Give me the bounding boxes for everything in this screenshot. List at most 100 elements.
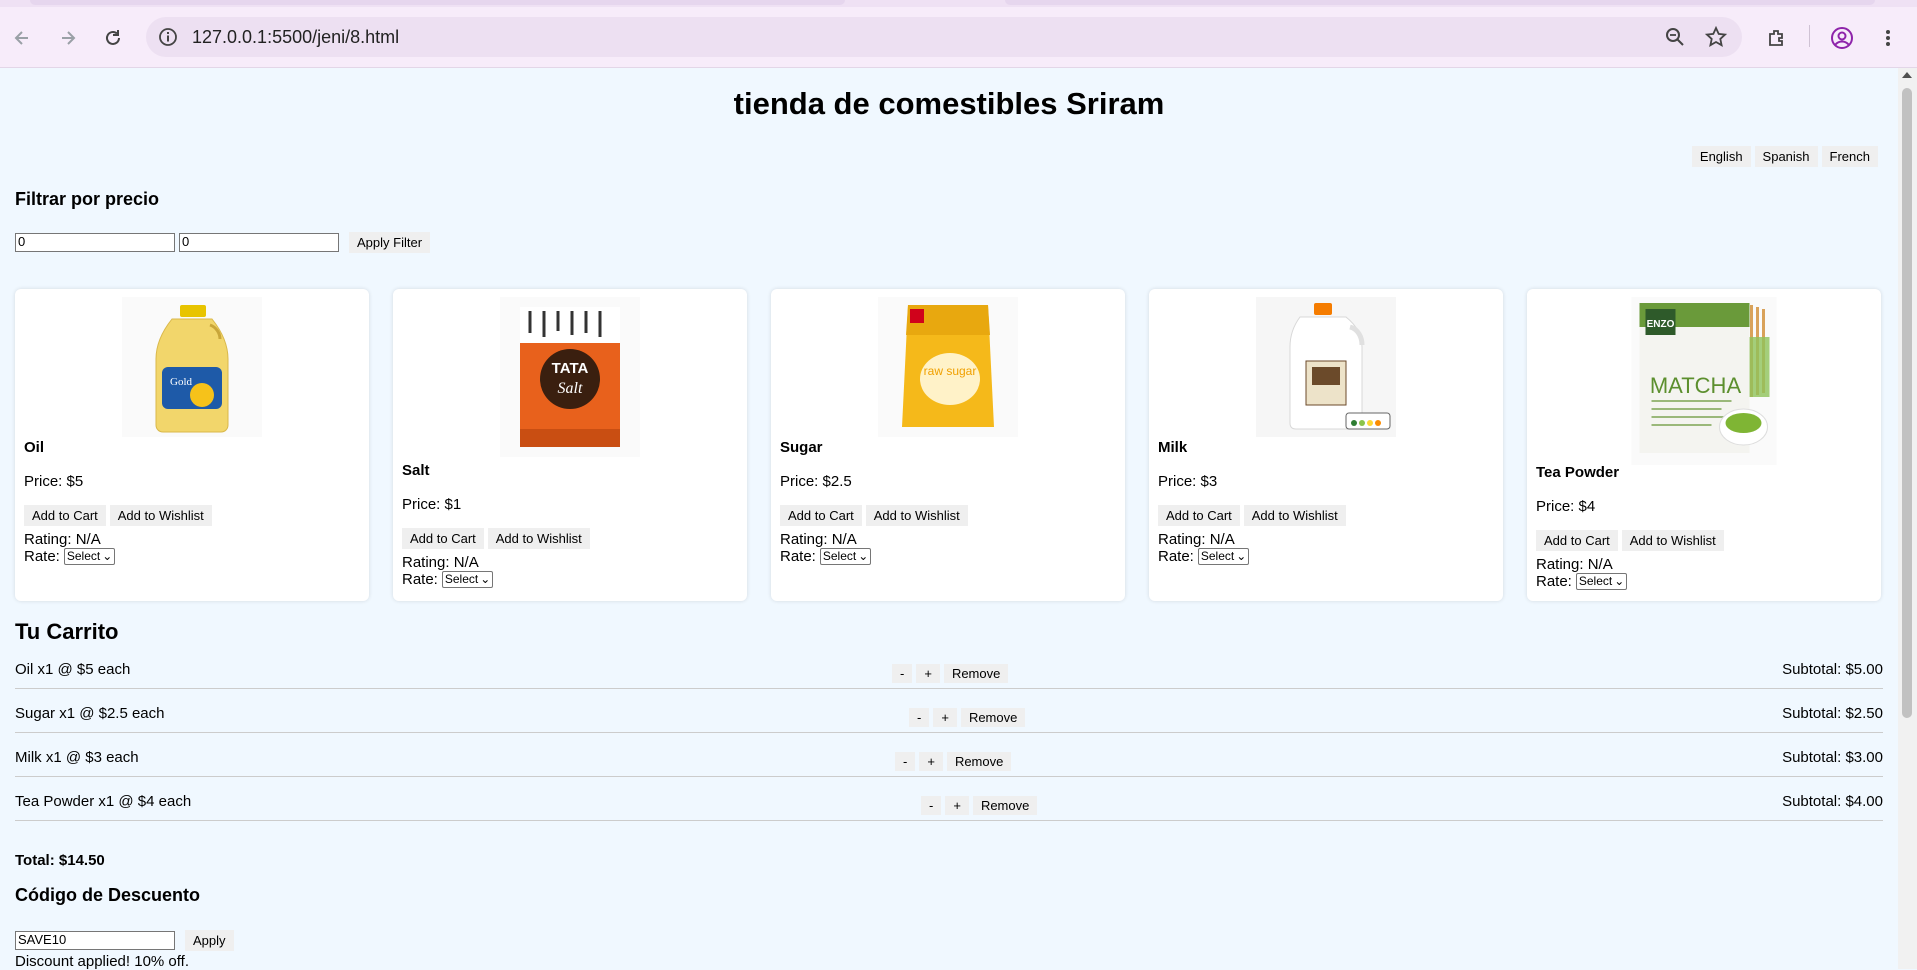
reload-icon[interactable] xyxy=(97,22,129,54)
lang-spanish-button[interactable]: Spanish xyxy=(1754,146,1818,167)
cart-item: Milk x1 @ $3 each - + Remove Subtotal: $… xyxy=(15,733,1883,777)
lang-french-button[interactable]: French xyxy=(1821,146,1878,167)
url-text[interactable]: 127.0.0.1:5500/jeni/8.html xyxy=(192,27,399,48)
increase-qty-button[interactable]: + xyxy=(916,664,940,683)
increase-qty-button[interactable]: + xyxy=(933,708,957,727)
toolbar-divider xyxy=(1809,25,1810,47)
cart-item-subtotal: Subtotal: $4.00 xyxy=(1782,793,1883,810)
product-name: Tea Powder xyxy=(1536,464,1620,481)
add-to-wishlist-button[interactable]: Add to Wishlist xyxy=(487,528,590,549)
lang-english-button[interactable]: English xyxy=(1691,146,1751,167)
min-price-input[interactable]: 0 xyxy=(15,233,175,252)
remove-item-button[interactable]: Remove xyxy=(946,752,1012,771)
product-rating: Rating: N/A xyxy=(1536,556,1613,573)
menu-icon[interactable] xyxy=(1872,22,1904,54)
cart-item: Tea Powder x1 @ $4 each - + Remove Subto… xyxy=(15,777,1883,821)
add-to-wishlist-button[interactable]: Add to Wishlist xyxy=(865,505,968,526)
product-name: Sugar xyxy=(780,439,823,456)
cart-item-subtotal: Subtotal: $2.50 xyxy=(1782,705,1883,722)
cart-item-desc: Sugar x1 @ $2.5 each xyxy=(15,705,165,722)
add-to-wishlist-button[interactable]: Add to Wishlist xyxy=(1243,505,1346,526)
decrease-qty-button[interactable]: - xyxy=(909,708,930,727)
max-price-input[interactable]: 0 xyxy=(179,233,339,252)
decrease-qty-button[interactable]: - xyxy=(921,796,942,815)
cart-item-controls: - + Remove xyxy=(909,708,1026,727)
remove-item-button[interactable]: Remove xyxy=(960,708,1026,727)
discount-code-input[interactable]: SAVE10 xyxy=(15,931,175,950)
product-price: Price: $2.5 xyxy=(780,473,852,490)
tab-left[interactable] xyxy=(30,0,845,5)
product-rating: Rating: N/A xyxy=(402,554,479,571)
add-to-cart-button[interactable]: Add to Cart xyxy=(402,528,484,549)
decrease-qty-button[interactable]: - xyxy=(895,752,916,771)
zoom-icon[interactable] xyxy=(1663,25,1687,49)
sugar-text: raw sugar xyxy=(924,364,977,378)
oil-bottle-image: Gold xyxy=(122,297,262,437)
rate-select[interactable]: Select ⌄ xyxy=(1197,548,1250,565)
profile-icon[interactable] xyxy=(1826,22,1858,54)
cart-item-controls: - + Remove xyxy=(895,752,1012,771)
address-bar[interactable]: 127.0.0.1:5500/jeni/8.html xyxy=(146,17,1742,57)
product-name: Salt xyxy=(402,462,430,479)
chevron-down-icon: ⌄ xyxy=(102,549,113,563)
extensions-icon[interactable] xyxy=(1761,22,1793,54)
salt-word-text: Salt xyxy=(558,380,583,397)
rate-row: Rate: Select ⌄ xyxy=(24,548,212,565)
apply-discount-button[interactable]: Apply xyxy=(185,930,234,951)
price-filter: 0 0 Apply Filter xyxy=(15,232,431,253)
bookmark-star-icon[interactable] xyxy=(1704,25,1728,49)
remove-item-button[interactable]: Remove xyxy=(943,664,1009,683)
chevron-down-icon: ⌄ xyxy=(858,549,869,563)
milk-jug-image xyxy=(1256,297,1396,437)
browser-toolbar: 127.0.0.1:5500/jeni/8.html xyxy=(0,0,1917,68)
forward-icon[interactable] xyxy=(52,22,84,54)
cart-item-desc: Tea Powder x1 @ $4 each xyxy=(15,793,192,810)
rate-select-value: Select xyxy=(1578,574,1613,588)
matcha-pouch-image: ENZO MATCHA xyxy=(1631,297,1777,465)
rate-select[interactable]: Select ⌄ xyxy=(63,548,116,565)
rate-select-value: Select xyxy=(1200,549,1235,563)
scrollbar-thumb[interactable] xyxy=(1902,88,1912,718)
add-to-cart-button[interactable]: Add to Cart xyxy=(24,505,106,526)
product-card: Gold Oil Price: $5 Add to Cart Add to Wi… xyxy=(15,289,369,601)
rate-select[interactable]: Select ⌄ xyxy=(1575,573,1628,590)
apply-filter-button[interactable]: Apply Filter xyxy=(349,232,431,253)
increase-qty-button[interactable]: + xyxy=(919,752,943,771)
rate-label: Rate: xyxy=(24,548,60,565)
add-to-wishlist-button[interactable]: Add to Wishlist xyxy=(1621,530,1724,551)
site-info-icon[interactable] xyxy=(156,25,180,49)
page-scrollbar[interactable] xyxy=(1898,68,1917,969)
add-to-cart-button[interactable]: Add to Cart xyxy=(780,505,862,526)
svg-text:Gold: Gold xyxy=(170,376,193,388)
decrease-qty-button[interactable]: - xyxy=(892,664,913,683)
product-rating: Rating: N/A xyxy=(780,531,857,548)
rate-label: Rate: xyxy=(402,571,438,588)
tab-right[interactable] xyxy=(1005,0,1875,5)
matcha-word-text: MATCHA xyxy=(1650,373,1742,398)
rate-select-value: Select xyxy=(444,572,479,586)
cart-total: Total: $14.50 xyxy=(15,852,105,869)
rate-select-value: Select xyxy=(822,549,857,563)
product-card: ENZO MATCHA Tea Powder Price: $4 Add to … xyxy=(1527,289,1881,601)
increase-qty-button[interactable]: + xyxy=(945,796,969,815)
chevron-down-icon: ⌄ xyxy=(1236,549,1247,563)
add-to-cart-button[interactable]: Add to Cart xyxy=(1536,530,1618,551)
remove-item-button[interactable]: Remove xyxy=(972,796,1038,815)
product-rating: Rating: N/A xyxy=(24,531,101,548)
scroll-up-icon[interactable] xyxy=(1902,72,1912,78)
rate-label: Rate: xyxy=(780,548,816,565)
add-to-wishlist-button[interactable]: Add to Wishlist xyxy=(109,505,212,526)
matcha-brand-text: ENZO xyxy=(1647,319,1675,330)
cart-item: Oil x1 @ $5 each - + Remove Subtotal: $5… xyxy=(15,645,1883,689)
rate-select-value: Select xyxy=(66,549,101,563)
rate-select[interactable]: Select ⌄ xyxy=(819,548,872,565)
cart-item-desc: Oil x1 @ $5 each xyxy=(15,661,131,678)
chevron-down-icon: ⌄ xyxy=(480,572,491,586)
add-to-cart-button[interactable]: Add to Cart xyxy=(1158,505,1240,526)
product-price: Price: $4 xyxy=(1536,498,1596,515)
cart-item: Sugar x1 @ $2.5 each - + Remove Subtotal… xyxy=(15,689,1883,733)
sugar-bag-image: raw sugar xyxy=(878,297,1018,437)
back-icon[interactable] xyxy=(6,22,38,54)
product-name: Milk xyxy=(1158,439,1188,456)
rate-select[interactable]: Select ⌄ xyxy=(441,571,494,588)
